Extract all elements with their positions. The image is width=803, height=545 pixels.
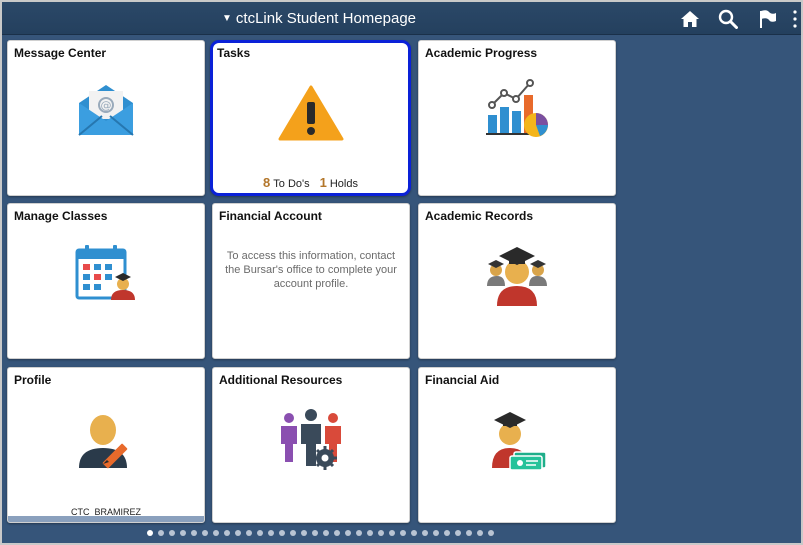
search-icon[interactable] (716, 8, 740, 30)
page-dot[interactable] (466, 530, 472, 536)
page-dot[interactable] (312, 530, 318, 536)
more-vertical-icon[interactable] (790, 8, 800, 30)
page-dot[interactable] (488, 530, 494, 536)
page-dot[interactable] (444, 530, 450, 536)
page-dot[interactable] (323, 530, 329, 536)
task-counts: 8 To Do's 1 Holds (213, 175, 408, 190)
holds-count: 1 (319, 175, 327, 190)
page-dot[interactable] (367, 530, 373, 536)
page-title-label: ctcLink Student Homepage (235, 10, 417, 27)
header-bar: ▼ ctcLink Student Homepage (2, 2, 801, 35)
page-dot[interactable] (422, 530, 428, 536)
tile-title: Message Center (14, 46, 107, 60)
profile-edit-icon (8, 406, 204, 472)
page-dot[interactable] (433, 530, 439, 536)
page-indicator (147, 530, 494, 538)
page-dot[interactable] (477, 530, 483, 536)
todos-label: To Do's (273, 178, 310, 190)
tile-financial-account[interactable]: Financial Account To access this informa… (212, 203, 410, 359)
page-dot[interactable] (169, 530, 175, 536)
page-dot[interactable] (389, 530, 395, 536)
tile-title: Academic Records (425, 209, 534, 223)
page-dot[interactable] (400, 530, 406, 536)
tile-bottom-bar (8, 516, 204, 522)
tile-academic-records[interactable]: Academic Records (418, 203, 616, 359)
page-dot[interactable] (147, 530, 153, 536)
financial-account-message: To access this information, contact the … (225, 250, 397, 290)
tile-title: Profile (14, 373, 52, 387)
caret-down-icon: ▼ (222, 13, 232, 24)
page-dot[interactable] (290, 530, 296, 536)
page-dot[interactable] (224, 530, 230, 536)
page-dot[interactable] (334, 530, 340, 536)
tile-financial-aid[interactable]: Financial Aid (418, 367, 616, 523)
page-dot[interactable] (246, 530, 252, 536)
page-dot[interactable] (356, 530, 362, 536)
page-dot[interactable] (257, 530, 263, 536)
page-dot[interactable] (158, 530, 164, 536)
warning-icon (213, 85, 408, 141)
svg-text:@: @ (101, 99, 112, 112)
page-dot[interactable] (202, 530, 208, 536)
graduate-money-icon (419, 406, 615, 472)
tile-title: Academic Progress (425, 46, 538, 60)
tile-manage-classes[interactable]: Manage Classes (7, 203, 205, 359)
tile-additional-resources[interactable]: Additional Resources (212, 367, 410, 523)
tile-message-center[interactable]: Message Center @ (7, 40, 205, 196)
home-icon[interactable] (678, 8, 702, 30)
page-dot[interactable] (180, 530, 186, 536)
holds-label: Holds (329, 178, 358, 190)
page-dot[interactable] (345, 530, 351, 536)
tile-academic-progress[interactable]: Academic Progress (418, 40, 616, 196)
tile-tasks[interactable]: Tasks 8 To Do's 1 Holds (210, 40, 411, 196)
tile-title: Financial Aid (425, 373, 500, 387)
people-gear-icon (213, 408, 409, 470)
page-dot[interactable] (191, 530, 197, 536)
tile-title: Manage Classes (14, 209, 108, 223)
page-dot[interactable] (301, 530, 307, 536)
tile-title: Tasks (217, 46, 251, 60)
page-dot[interactable] (411, 530, 417, 536)
page-dot[interactable] (378, 530, 384, 536)
flag-icon[interactable] (756, 8, 780, 30)
envelope-icon: @ (8, 79, 204, 141)
tile-profile[interactable]: Profile CTC_BRAMIREZ (7, 367, 205, 523)
page-dot[interactable] (455, 530, 461, 536)
todos-count: 8 (263, 175, 271, 190)
page-dot[interactable] (268, 530, 274, 536)
page-dot[interactable] (279, 530, 285, 536)
page-dot[interactable] (213, 530, 219, 536)
graduates-icon (419, 242, 615, 308)
tile-title: Financial Account (219, 209, 322, 223)
tile-title: Additional Resources (219, 373, 343, 387)
chart-icon (419, 79, 615, 141)
page-dot[interactable] (235, 530, 241, 536)
page-title[interactable]: ▼ ctcLink Student Homepage (222, 10, 416, 27)
calendar-student-icon (8, 242, 204, 308)
